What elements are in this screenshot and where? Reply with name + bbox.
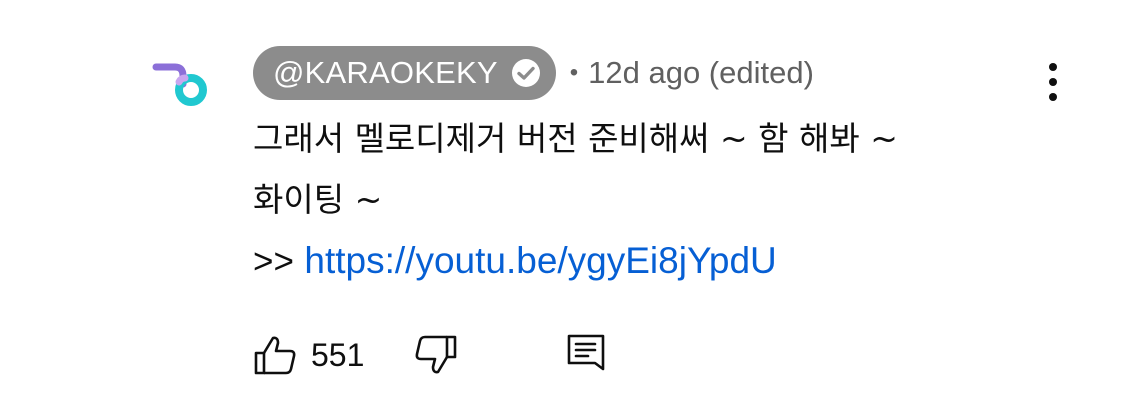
reply-comment-icon: [568, 334, 605, 371]
comment-meta: • 12d ago (edited): [570, 55, 814, 91]
comment-link-line: >> https://youtu.be/ygyEi8jYpdU: [253, 230, 1053, 292]
author-name: @KARAOKEKY: [273, 55, 498, 90]
comment-timestamp: 12d ago (edited): [588, 55, 814, 90]
comment-link[interactable]: https://youtu.be/ygyEi8jYpdU: [304, 240, 776, 281]
reply-button[interactable]: [566, 333, 606, 377]
link-prefix: >>: [253, 242, 294, 281]
channel-avatar[interactable]: [150, 56, 212, 110]
comment-actions: 551: [253, 328, 606, 382]
comment-line-1: 그래서 멜로디제거 버전 준비해써 ~ 함 해봐 ~: [253, 119, 898, 158]
meta-separator: •: [569, 59, 579, 86]
more-options-button[interactable]: [1036, 58, 1070, 106]
dislike-button[interactable]: [414, 334, 458, 376]
author-badge[interactable]: @KARAOKEKY: [253, 46, 556, 100]
more-vertical-icon: [1049, 63, 1057, 101]
channel-logo-icon: [152, 63, 207, 106]
comment-header: @KARAOKEKY • 12d ago (edited): [253, 46, 814, 100]
thumbs-up-icon: [254, 336, 296, 375]
like-button[interactable]: 551: [253, 334, 364, 376]
comment-body: 그래서 멜로디제거 버전 준비해써 ~ 함 해봐 ~ 화이팅 ~ >> http…: [253, 108, 1053, 292]
verified-check-icon: [510, 57, 542, 89]
like-count: 551: [311, 336, 365, 373]
thumbs-down-icon: [415, 335, 457, 374]
comment-line-2: 화이팅 ~: [253, 180, 383, 219]
